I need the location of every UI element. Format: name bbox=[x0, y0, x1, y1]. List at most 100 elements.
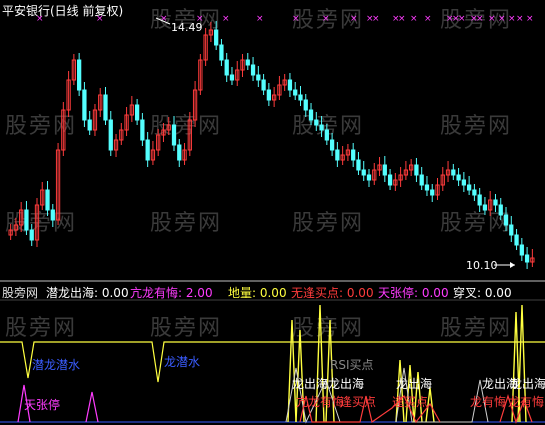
legend-item-chuancha: 穿叉: 0.00 bbox=[453, 286, 512, 300]
candle-body bbox=[293, 89, 298, 96]
candle-body bbox=[50, 209, 55, 221]
candle-body bbox=[224, 59, 229, 76]
legend-item-qianlong: 潜龙出海: 0.00 bbox=[46, 286, 129, 300]
candle-body bbox=[361, 169, 366, 176]
signal-label: 龙有悔 bbox=[508, 395, 545, 409]
low-arrowhead bbox=[510, 262, 515, 268]
signal-label: 龙出海 bbox=[292, 377, 329, 391]
legend-item-maidian: 无逢买点: 0.00 bbox=[291, 286, 374, 300]
candle-body bbox=[519, 244, 524, 256]
candle-body bbox=[214, 29, 219, 46]
candle-body bbox=[256, 74, 261, 81]
candle-body bbox=[477, 194, 482, 206]
candle-body bbox=[82, 89, 87, 121]
candle-body bbox=[140, 119, 145, 141]
candle-body bbox=[45, 189, 50, 211]
candle-body bbox=[308, 109, 314, 121]
price-chart-canvas[interactable]: × × × × × × × × × ×× ×× × × ××× ×× × × × × × bbox=[0, 0, 545, 425]
signal-marker: × bbox=[372, 14, 380, 24]
candle-body bbox=[87, 119, 92, 131]
candle-body bbox=[493, 199, 498, 206]
candle-body bbox=[145, 139, 150, 161]
candle-body bbox=[382, 164, 387, 176]
candle-body bbox=[466, 184, 472, 191]
candle-body bbox=[103, 94, 108, 121]
signal-label: 龙出海 bbox=[510, 377, 545, 391]
candle-body bbox=[134, 104, 140, 121]
candle-body bbox=[77, 59, 82, 91]
candle-body bbox=[335, 149, 340, 161]
high-price-label: 14.49 bbox=[171, 21, 203, 34]
signal-marker: × bbox=[476, 14, 484, 24]
tianzhang-spike bbox=[85, 391, 99, 423]
candle-body bbox=[461, 179, 466, 186]
candle-body bbox=[324, 129, 329, 141]
candle-body bbox=[472, 189, 477, 196]
candle-body bbox=[524, 254, 530, 263]
signal-label: 逢买点 bbox=[392, 395, 429, 409]
candle-body bbox=[366, 174, 372, 181]
candle-body bbox=[24, 209, 29, 231]
candle-body bbox=[351, 149, 356, 161]
signal-marker: × bbox=[424, 14, 432, 24]
candle-body bbox=[503, 214, 509, 226]
signal-marker: × bbox=[256, 14, 264, 24]
candle-body bbox=[514, 234, 519, 246]
diliang-line bbox=[0, 341, 545, 383]
signal-marker: × bbox=[516, 14, 524, 24]
candle-body bbox=[303, 99, 308, 111]
candle-body bbox=[456, 174, 461, 181]
candle-body bbox=[419, 174, 424, 186]
candle-body bbox=[29, 229, 34, 241]
candle-body bbox=[287, 79, 293, 91]
candle-body bbox=[171, 124, 177, 146]
signal-marker: × bbox=[222, 14, 230, 24]
candle-body bbox=[387, 174, 393, 186]
signal-label: RSI买点 bbox=[330, 358, 374, 372]
candle-body bbox=[509, 224, 514, 236]
candle-body bbox=[261, 79, 266, 91]
signal-marker: × bbox=[410, 14, 418, 24]
indicator-name: 股旁网 bbox=[2, 286, 39, 300]
candle-body bbox=[229, 74, 235, 81]
legend-item-kanglong: 亢龙有悔: 2.00 bbox=[130, 286, 213, 300]
signal-marker: × bbox=[526, 14, 534, 24]
candle-body bbox=[250, 64, 256, 76]
candle-body bbox=[498, 204, 503, 216]
candle-body bbox=[319, 124, 324, 131]
signal-label: 潜龙潜水 bbox=[32, 358, 81, 372]
chart-title: 平安银行(日线 前复权) bbox=[2, 4, 124, 18]
candle-body bbox=[451, 169, 456, 176]
candle-body bbox=[314, 119, 319, 126]
low-price-label: 10.10 bbox=[466, 259, 498, 272]
legend-item-tianzhang: 天张停: 0.00 bbox=[378, 286, 449, 300]
signal-label: 龙潜水 bbox=[164, 355, 201, 369]
signal-label: 龙出海 bbox=[396, 377, 433, 391]
candle-body bbox=[329, 139, 335, 151]
signal-label: 龙有悔 bbox=[470, 395, 507, 409]
candle-body bbox=[298, 94, 303, 101]
candle-body bbox=[430, 189, 435, 196]
signal-label: 龙出海 bbox=[328, 377, 365, 391]
signal-marker: × bbox=[398, 14, 406, 24]
candle-body bbox=[108, 119, 113, 151]
signal-marker: × bbox=[488, 14, 496, 24]
candle-body bbox=[266, 89, 272, 101]
signal-marker: × bbox=[292, 14, 300, 24]
candle-body bbox=[177, 144, 182, 161]
signal-marker: × bbox=[350, 14, 358, 24]
candle-body bbox=[414, 164, 419, 176]
signal-label: 逢买点 bbox=[340, 395, 377, 409]
legend-item-diliang: 地量: 0.00 bbox=[228, 286, 287, 300]
candle-body bbox=[245, 59, 250, 66]
signal-marker: × bbox=[498, 14, 506, 24]
signal-label: 天张停 bbox=[24, 398, 61, 412]
signal-marker: × bbox=[322, 14, 330, 24]
candle-body bbox=[219, 44, 224, 61]
indicator-legend: 股旁网 潜龙出海: 0.00 亢龙有悔: 2.00 地量: 0.00 无逢买点:… bbox=[0, 284, 545, 300]
signal-label: 亢龙有悔 bbox=[296, 395, 345, 409]
signal-marker: × bbox=[458, 14, 466, 24]
signal-marker: × bbox=[508, 14, 516, 24]
candle-body bbox=[424, 184, 430, 191]
candle-body bbox=[482, 204, 488, 211]
